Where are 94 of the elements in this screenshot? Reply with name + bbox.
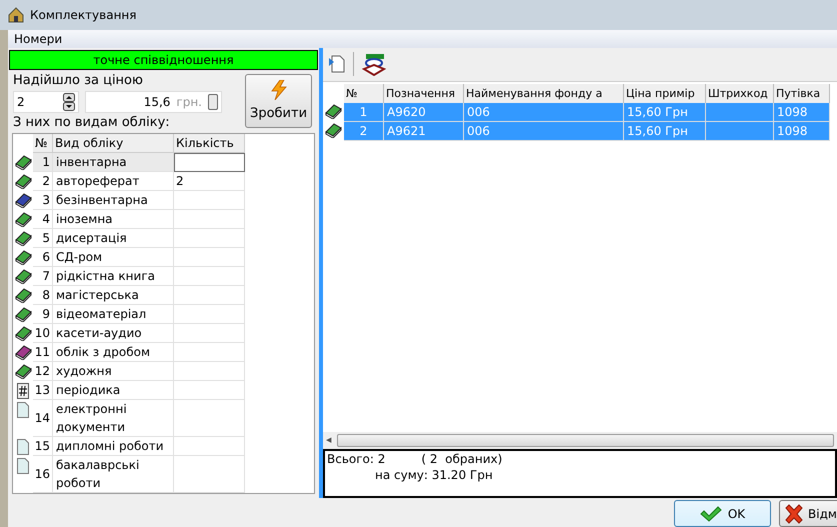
table-cell: 006 <box>464 102 624 122</box>
row-number: 4 <box>33 210 53 229</box>
row-number: 14 <box>33 400 53 437</box>
quantity-cell <box>174 436 245 456</box>
row-number: 1 <box>33 152 53 172</box>
menu-item[interactable]: Номери <box>14 30 62 48</box>
total-sum: на суму: 31.20 Грн <box>375 468 493 482</box>
books-stack-icon[interactable] <box>362 52 386 76</box>
type-cell: відеоматеріал <box>53 304 174 324</box>
quantity-cell <box>174 248 245 267</box>
quantity-cell <box>174 304 245 324</box>
column-header: Ціна примір <box>624 84 706 103</box>
check-icon <box>700 506 722 522</box>
table-cell: 15,60 Грн <box>624 102 706 122</box>
spin-arrows-icon <box>63 92 75 111</box>
type-cell: СД-ром <box>53 248 174 267</box>
ok-button[interactable]: OK <box>674 500 771 527</box>
column-header: Позначення <box>384 84 464 103</box>
table-cell: 006 <box>464 122 624 141</box>
type-cell: автореферат <box>53 172 174 191</box>
quantity-cell <box>174 456 245 493</box>
row-number: 2 <box>33 172 53 191</box>
column-header: № <box>344 84 384 103</box>
type-cell: художня <box>53 362 174 381</box>
quantity-cell: 2 <box>174 172 245 191</box>
row-number: 15 <box>33 436 53 456</box>
row-number: 8 <box>33 286 53 305</box>
table-cell: 1098 <box>774 122 830 141</box>
type-cell: магістерська <box>53 286 174 305</box>
table-cell: 2 <box>344 122 384 141</box>
quantity-cell <box>174 266 245 286</box>
window-title: Комплектування <box>30 6 136 24</box>
row-number: 5 <box>33 228 53 248</box>
count-spinner[interactable]: 2 <box>13 90 79 113</box>
row-number: 6 <box>33 248 53 267</box>
type-cell: безінвентарна <box>53 190 174 210</box>
breakdown-label: З них по видам обліку: <box>13 114 171 132</box>
quantity-cell <box>174 228 245 248</box>
type-cell: бакалаврські роботи <box>53 456 174 493</box>
cross-icon <box>784 504 804 524</box>
new-document-icon[interactable] <box>329 55 345 74</box>
type-cell: облік з дробом <box>53 342 174 362</box>
type-cell: іноземна <box>53 210 174 229</box>
row-number: 13 <box>33 380 53 400</box>
type-cell: інвентарна <box>53 152 174 172</box>
cancel-button[interactable]: Відм <box>779 500 837 527</box>
quantity-cell <box>174 210 245 229</box>
column-header: Найменування фонду а <box>464 84 624 103</box>
row-number: 11 <box>33 342 53 362</box>
quantity-cell <box>174 286 245 305</box>
table-cell: А9620 <box>384 102 464 122</box>
status-banner: точне співвідношення <box>9 50 318 70</box>
column-header: Кількість <box>174 134 245 153</box>
picker-button[interactable] <box>208 94 218 110</box>
quantity-cell <box>174 324 245 343</box>
price-field[interactable]: 15,6 грн. <box>85 90 222 113</box>
row-number: 16 <box>33 456 53 493</box>
house-icon <box>8 6 24 23</box>
row-number: 9 <box>33 304 53 324</box>
total-count: Всього: 2 <box>327 451 386 467</box>
lightning-icon <box>270 80 288 100</box>
row-number: 7 <box>33 266 53 286</box>
row-number: 3 <box>33 190 53 210</box>
selected-count: ( 2 обраних) <box>421 451 502 467</box>
page-icon <box>17 438 29 455</box>
page-icon <box>17 402 29 418</box>
row-number: 12 <box>33 362 53 381</box>
type-cell: дипломні роботи <box>53 436 174 456</box>
table-cell <box>706 122 774 141</box>
quantity-cell <box>174 342 245 362</box>
quantity-input[interactable] <box>174 152 245 172</box>
table-cell: 1 <box>344 102 384 122</box>
quantity-cell <box>174 362 245 381</box>
page-icon <box>17 458 29 474</box>
table-cell <box>706 102 774 122</box>
type-cell: касети-аудио <box>53 324 174 343</box>
price-label: Надійшло за ціною <box>13 72 144 90</box>
type-cell: періодика <box>53 380 174 400</box>
table-cell: 15,60 Грн <box>624 122 706 141</box>
type-cell: рідкістна книга <box>53 266 174 286</box>
quantity-cell <box>174 400 245 437</box>
column-header: № <box>33 134 53 153</box>
quantity-cell <box>174 190 245 210</box>
type-cell: дисертація <box>53 228 174 248</box>
row-number: 10 <box>33 324 53 343</box>
quantity-cell <box>174 380 245 400</box>
make-button[interactable]: Зробити <box>245 74 312 128</box>
column-header: Путівка <box>774 84 830 103</box>
table-cell: А9621 <box>384 122 464 141</box>
table-cell: 1098 <box>774 102 830 122</box>
hash-icon <box>17 382 29 399</box>
column-header: Вид обліку <box>53 134 174 153</box>
currency-label: грн. <box>176 94 202 111</box>
column-header: Штрихкод <box>706 84 774 103</box>
